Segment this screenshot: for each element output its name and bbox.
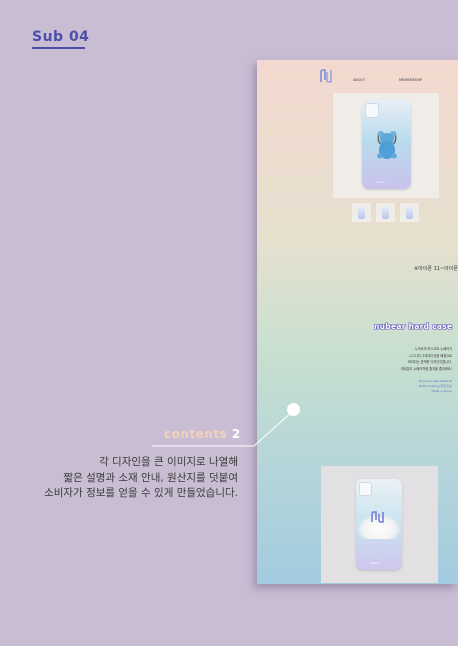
contents-description: 각 디자인을 큰 이미지로 나열해 짧은 설명과 소재 안내, 원산지를 덧붙여… [44, 455, 238, 502]
description-line: 소비자가 정보를 얻을 수 있게 만들었습니다. [44, 487, 238, 499]
callout-dot [287, 403, 300, 416]
contents-label: contents 2 [164, 427, 241, 441]
description-line: 각 디자인을 큰 이미지로 나열해 [99, 456, 238, 468]
contents-word: contents [164, 427, 228, 441]
callout-leader-line [152, 409, 295, 447]
description-line: 짧은 설명과 소재 안내, 원산지를 덧붙여 [63, 471, 238, 484]
contents-number: 2 [231, 427, 241, 441]
